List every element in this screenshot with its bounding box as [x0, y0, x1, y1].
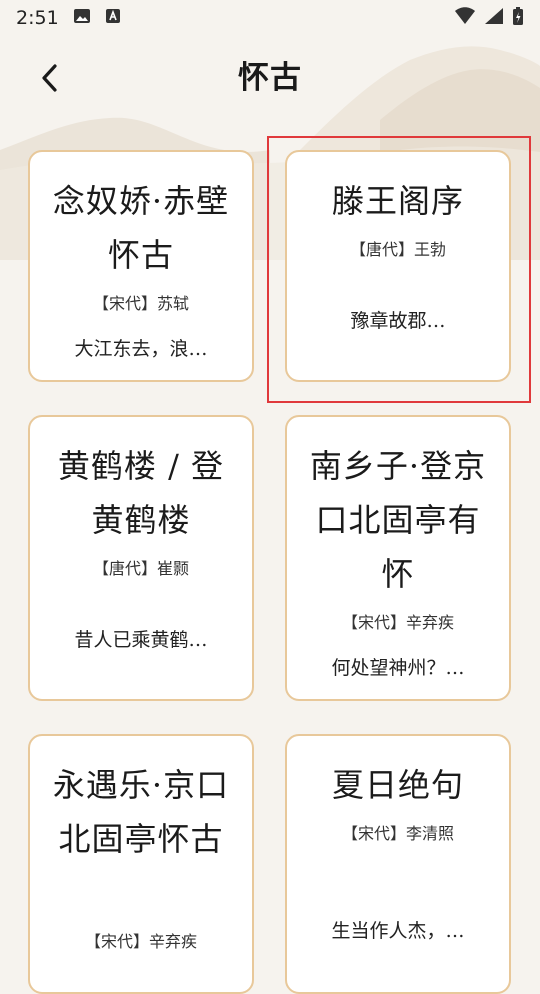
poem-card[interactable]: 滕王阁序 【唐代】王勃 豫章故郡…	[285, 150, 511, 382]
poem-author: 【宋代】辛弃疾	[341, 613, 454, 632]
poem-card[interactable]: 南乡子·登京口北固亭有怀 【宋代】辛弃疾 何处望神州？…	[285, 415, 511, 701]
app-notification-icon	[105, 7, 121, 29]
wifi-icon	[454, 6, 476, 30]
app-bar: 怀古	[0, 46, 540, 110]
poem-title: 永遇乐·京口北固亭怀古	[52, 766, 230, 858]
poem-excerpt: 豫章故郡…	[350, 310, 446, 332]
poem-author: 【唐代】王勃	[349, 240, 446, 259]
poem-card[interactable]: 永遇乐·京口北固亭怀古 【宋代】辛弃疾	[28, 734, 254, 994]
battery-icon	[512, 6, 524, 31]
poem-author: 【宋代】苏轼	[92, 294, 189, 313]
poem-author: 【宋代】李清照	[341, 824, 454, 843]
poem-title: 滕王阁序	[331, 182, 464, 220]
poem-card[interactable]: 念奴娇·赤壁怀古 【宋代】苏轼 大江东去，浪…	[28, 150, 254, 382]
image-notification-icon	[73, 7, 91, 29]
poem-author: 【宋代】辛弃疾	[84, 932, 197, 951]
poem-card[interactable]: 黄鹤楼 / 登黄鹤楼 【唐代】崔颢 昔人已乘黄鹤…	[28, 415, 254, 701]
poem-title: 念奴娇·赤壁怀古	[52, 182, 230, 274]
poem-excerpt: 何处望神州？…	[331, 657, 465, 679]
status-bar: 2:51	[0, 0, 540, 36]
poem-excerpt: 昔人已乘黄鹤…	[74, 629, 208, 651]
signal-icon	[484, 7, 504, 30]
poem-title: 南乡子·登京口北固亭有怀	[309, 447, 487, 593]
status-time: 2:51	[16, 7, 59, 29]
poem-card[interactable]: 夏日绝句 【宋代】李清照 生当作人杰，…	[285, 734, 511, 994]
page-title: 怀古	[238, 60, 302, 96]
poem-title: 夏日绝句	[331, 766, 464, 804]
poem-author: 【唐代】崔颢	[92, 559, 189, 578]
poem-excerpt: 大江东去，浪…	[74, 338, 208, 360]
poem-title: 黄鹤楼 / 登黄鹤楼	[57, 447, 225, 539]
poem-excerpt: 生当作人杰，…	[331, 920, 465, 942]
